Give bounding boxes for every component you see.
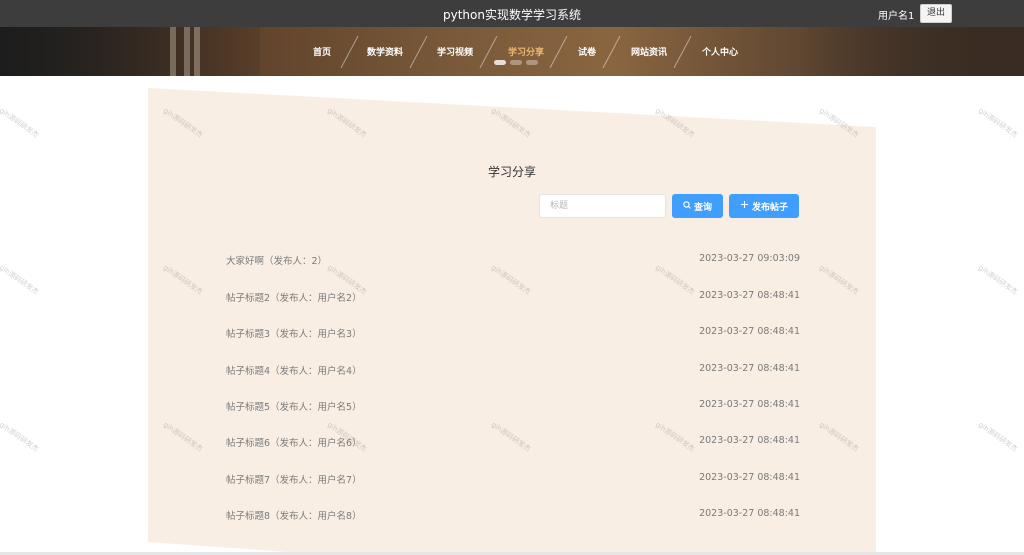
post-date: 2023-03-27 08:48:41 [699, 326, 800, 337]
post-title[interactable]: 帖子标题5（发布人：用户名5） [226, 399, 362, 413]
list-item[interactable]: 帖子标题7（发布人：用户名7） 2023-03-27 08:48:41 [226, 472, 800, 488]
nav-item-study-share[interactable]: 学习分享 [508, 45, 544, 58]
post-title[interactable]: 帖子标题3（发布人：用户名3） [226, 326, 362, 340]
query-button-label: 查询 [693, 202, 712, 213]
post-date: 2023-03-27 09:03:09 [699, 253, 800, 264]
post-title[interactable]: 帖子标题8（发布人：用户名8） [226, 508, 362, 522]
list-item[interactable]: 帖子标题8（发布人：用户名8） 2023-03-27 08:48:41 [226, 508, 800, 524]
title-search-input[interactable] [539, 194, 666, 218]
nav-item-site-news[interactable]: 网站资讯 [631, 45, 667, 58]
post-date: 2023-03-27 08:48:41 [699, 363, 800, 374]
post-date: 2023-03-27 08:48:41 [699, 508, 800, 519]
nav-item-exam-papers[interactable]: 试卷 [578, 45, 596, 58]
carousel-dot[interactable] [526, 60, 538, 65]
nav-divider [673, 35, 692, 69]
username: 用户名1 [878, 11, 915, 22]
carousel-dot[interactable] [494, 60, 506, 65]
post-date: 2023-03-27 08:48:41 [699, 472, 800, 483]
nav-divider [602, 35, 621, 69]
plus-icon [740, 200, 749, 212]
carousel-dot[interactable] [510, 60, 522, 65]
publish-post-label: 发布帖子 [751, 202, 788, 213]
logout-button[interactable]: 退出 [920, 4, 952, 23]
nav-item-home[interactable]: 首页 [313, 45, 331, 58]
search-icon [683, 200, 691, 212]
main-nav: 首页 数学资料 学习视频 学习分享 试卷 网站资讯 个人中心 [0, 27, 1024, 76]
post-date: 2023-03-27 08:48:41 [699, 290, 800, 301]
post-title[interactable]: 帖子标题2（发布人：用户名2） [226, 290, 362, 304]
list-item[interactable]: 帖子标题2（发布人：用户名2） 2023-03-27 08:48:41 [226, 290, 800, 306]
post-date: 2023-03-27 08:48:41 [699, 399, 800, 410]
list-item[interactable]: 帖子标题4（发布人：用户名4） 2023-03-27 08:48:41 [226, 363, 800, 379]
nav-item-study-videos[interactable]: 学习视频 [437, 45, 473, 58]
list-item[interactable]: 帖子标题6（发布人：用户名6） 2023-03-27 08:48:41 [226, 435, 800, 451]
list-item[interactable]: 大家好啊（发布人：2） 2023-03-27 09:03:09 [226, 253, 800, 269]
publish-post-button[interactable]: 发布帖子 [729, 194, 799, 218]
post-title[interactable]: 大家好啊（发布人：2） [226, 253, 327, 267]
nav-item-math-materials[interactable]: 数学资料 [367, 45, 403, 58]
page-title: 学习分享 [487, 165, 536, 179]
app-title: python实现数学学习系统 [443, 8, 581, 22]
nav-divider [409, 35, 428, 69]
post-title[interactable]: 帖子标题7（发布人：用户名7） [226, 472, 362, 486]
post-date: 2023-03-27 08:48:41 [699, 435, 800, 446]
post-title[interactable]: 帖子标题6（发布人：用户名6） [226, 435, 362, 449]
list-item[interactable]: 帖子标题5（发布人：用户名5） 2023-03-27 08:48:41 [226, 399, 800, 415]
banner: 首页 数学资料 学习视频 学习分享 试卷 网站资讯 个人中心 [0, 27, 1024, 76]
list-item[interactable]: 帖子标题3（发布人：用户名3） 2023-03-27 08:48:41 [226, 326, 800, 342]
top-bar: python实现数学学习系统 用户名1 退出 [0, 0, 1024, 27]
query-button[interactable]: 查询 [672, 194, 723, 218]
post-title[interactable]: 帖子标题4（发布人：用户名4） [226, 363, 362, 377]
nav-item-personal-center[interactable]: 个人中心 [702, 45, 738, 58]
nav-divider [340, 35, 359, 69]
nav-divider [549, 35, 568, 69]
